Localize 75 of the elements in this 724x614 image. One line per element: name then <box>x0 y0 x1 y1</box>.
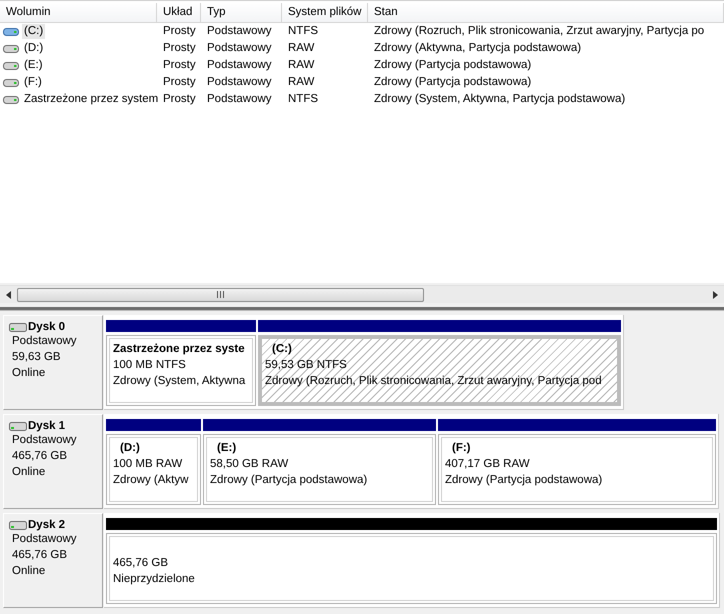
horizontal-scrollbar[interactable] <box>0 285 724 303</box>
table-cell-text: Podstawowy <box>206 75 273 90</box>
volume-name[interactable]: (F:) <box>22 75 44 90</box>
volume-name[interactable]: (C:) <box>22 24 46 39</box>
partition-box[interactable]: 465,76 GB Nieprzydzielone <box>106 533 717 604</box>
partition-size: 58,50 GB RAW <box>210 457 290 472</box>
disk-type: Podstawowy <box>12 433 78 448</box>
disk-name: Dysk 2 <box>28 519 66 531</box>
scrollbar-thumb[interactable] <box>17 288 424 302</box>
table-cell-text: NTFS <box>287 24 320 39</box>
table-cell-text: RAW <box>287 41 316 56</box>
table-cell-text: Podstawowy <box>206 24 273 39</box>
disk-status: Online <box>12 465 46 480</box>
column-header[interactable]: Typ <box>201 3 282 22</box>
table-cell-text: Zdrowy (Aktywna, Partycja podstawowa) <box>373 41 582 56</box>
partition-status: Zdrowy (Partycja podstawowa) <box>210 473 368 488</box>
partition-size: 100 MB RAW <box>113 457 184 472</box>
drive-icon <box>3 60 19 70</box>
table-cell-text: RAW <box>287 58 316 73</box>
partition-status: Zdrowy (Rozruch, Plik stronicowania, Zrzut awaryjny, Partycja pod <box>265 374 603 389</box>
disk-status: Online <box>12 564 46 579</box>
table-cell-text: Prosty <box>162 41 197 56</box>
volume-name[interactable]: Zastrzeżone przez system <box>22 92 160 107</box>
partition-status: Nieprzydzielone <box>113 572 196 587</box>
table-cell-text: Zdrowy (Partycja podstawowa) <box>373 58 532 73</box>
left-arrow-icon <box>6 290 11 298</box>
table-cell-text: Zdrowy (Partycja podstawowa) <box>373 75 532 90</box>
column-header[interactable]: System plików <box>282 3 368 22</box>
volume-name[interactable]: (D:) <box>22 41 46 56</box>
disk-size: 59,63 GB <box>12 350 62 365</box>
disk-size: 465,76 GB <box>12 449 68 464</box>
partition-size: 100 MB NTFS <box>113 358 187 373</box>
partition-box[interactable]: (D:) 100 MB RAW Zdrowy (Aktyw <box>106 434 201 505</box>
volume-name[interactable]: (E:) <box>22 58 45 73</box>
partition-box[interactable]: (F:) 407,17 GB RAW Zdrowy (Partycja podstawowa) <box>438 434 716 505</box>
column-header[interactable]: Stan <box>368 3 724 22</box>
table-cell-text: NTFS <box>287 92 320 107</box>
disk-type: Podstawowy <box>12 334 78 349</box>
drive-letter: (F:) <box>451 441 472 456</box>
table-cell-text: Zdrowy (Rozruch, Plik stronicowania, Zrzut awaryjny, Partycja po <box>373 24 706 39</box>
table-cell-text: RAW <box>287 75 316 90</box>
partition-size: 407,17 GB RAW <box>445 457 531 472</box>
partition-size: 59,53 GB NTFS <box>265 358 348 373</box>
disk-type: Podstawowy <box>12 532 78 547</box>
grip-icon <box>217 291 224 298</box>
drive-letter: (C:) <box>271 342 293 357</box>
table-cell-text: Podstawowy <box>206 58 273 73</box>
partition-box[interactable]: Zastrzeżone przez syste 100 MB NTFS Zdrowy (System, Aktywna <box>106 335 256 406</box>
partition-status: Zdrowy (Partycja podstawowa) <box>445 473 604 488</box>
table-cell-text: Prosty <box>162 58 197 73</box>
table-cell-text: Podstawowy <box>206 92 273 107</box>
right-arrow-icon <box>713 290 718 298</box>
disk-name: Dysk 0 <box>28 321 66 333</box>
partition-label: Zastrzeżone przez syste <box>113 342 246 357</box>
drive-icon <box>3 44 19 54</box>
table-cell-text: Prosty <box>162 92 197 107</box>
table-cell-text: Prosty <box>162 75 197 90</box>
partition-size: 465,76 GB <box>113 556 169 571</box>
disk-size: 465,76 GB <box>12 548 68 563</box>
disk-status: Online <box>12 366 46 381</box>
drive-icon <box>3 78 19 88</box>
partition-status: Zdrowy (Aktyw <box>113 473 190 488</box>
drive-icon <box>3 26 19 36</box>
drive-letter: (E:) <box>216 441 238 456</box>
drive-icon <box>3 94 19 104</box>
table-cell-text: Podstawowy <box>206 41 273 56</box>
partition-box[interactable]: (C:) 59,53 GB NTFS Zdrowy (Rozruch, Plik stronicowania, Zrzut awaryjny, Partycja pod <box>258 335 621 406</box>
table-cell-text: Prosty <box>162 24 197 39</box>
column-header[interactable]: Układ <box>157 3 201 22</box>
drive-letter: (D:) <box>119 441 141 456</box>
column-header[interactable]: Wolumin <box>0 3 157 22</box>
table-cell-text: Zdrowy (System, Aktywna, Partycja podstawowa) <box>373 92 626 107</box>
partition-status: Zdrowy (System, Aktywna <box>113 374 246 389</box>
disk-name: Dysk 1 <box>28 420 66 432</box>
partition-box[interactable]: (E:) 58,50 GB RAW Zdrowy (Partycja podstawowa) <box>203 434 436 505</box>
